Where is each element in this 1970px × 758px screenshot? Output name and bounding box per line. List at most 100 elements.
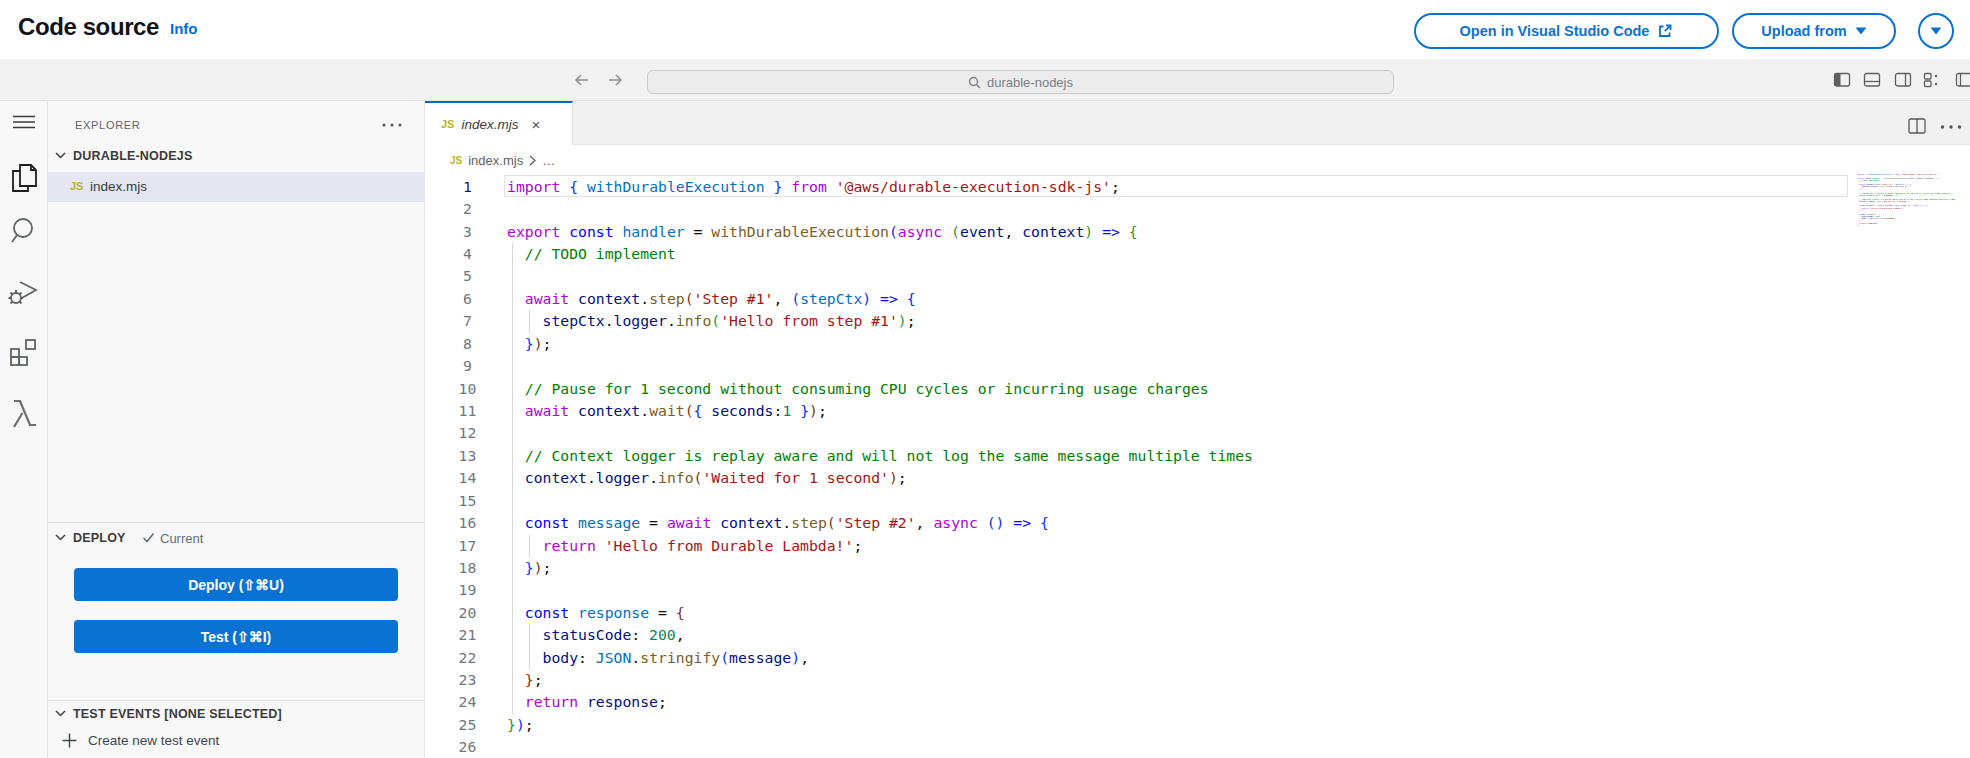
- code-line[interactable]: export const handler = withDurableExecut…: [507, 221, 1138, 243]
- more-actions-button[interactable]: [1918, 13, 1954, 49]
- code-line[interactable]: return 'Hello from Durable Lambda!';: [507, 535, 862, 557]
- forward-arrow-button[interactable]: [606, 71, 624, 89]
- line-number[interactable]: 12: [425, 422, 510, 444]
- tab-index-mjs[interactable]: JS index.mjs ×: [425, 101, 573, 145]
- code-line[interactable]: body: JSON.stringify(message),: [507, 647, 809, 669]
- chevron-down-icon[interactable]: [55, 534, 66, 541]
- code-line[interactable]: });: [507, 557, 551, 579]
- menu-icon[interactable]: [0, 114, 48, 130]
- explorer-icon[interactable]: [0, 160, 48, 196]
- minimap[interactable]: import { withDurableExecution } from '@a…: [1857, 173, 1957, 231]
- file-name: index.mjs: [90, 179, 147, 194]
- code-line[interactable]: stepCtx.logger.info('Hello from step #1'…: [507, 310, 916, 332]
- code-line[interactable]: // TODO implement: [507, 243, 676, 265]
- code-line[interactable]: });: [507, 333, 551, 355]
- chevron-right-icon: [529, 155, 536, 166]
- line-number[interactable]: 16: [425, 512, 510, 534]
- line-number[interactable]: 26: [425, 736, 510, 758]
- line-number[interactable]: 22: [425, 647, 510, 669]
- js-file-icon: JS: [441, 118, 454, 130]
- code-line[interactable]: context.logger.info('Waited for 1 second…: [507, 467, 907, 489]
- check-icon: [142, 531, 155, 544]
- toggle-secondary-sidebar-icon[interactable]: [1894, 71, 1912, 89]
- line-number[interactable]: 11: [425, 400, 510, 422]
- line-number[interactable]: 20: [425, 602, 510, 624]
- test-button[interactable]: Test (⇧⌘I): [74, 620, 398, 653]
- line-number[interactable]: 17: [425, 535, 510, 557]
- line-number[interactable]: 4: [425, 243, 510, 265]
- breadcrumb-tail[interactable]: …: [542, 153, 555, 168]
- code-line[interactable]: };: [507, 669, 543, 691]
- tab-label: index.mjs: [461, 117, 518, 132]
- minimap-line: });: [1857, 224, 1861, 226]
- search-value: durable-nodejs: [987, 75, 1073, 90]
- explorer-header: EXPLORER: [75, 119, 141, 131]
- search-activity-icon[interactable]: [0, 216, 48, 246]
- line-number[interactable]: 1: [425, 176, 510, 198]
- chevron-down-icon[interactable]: [55, 152, 66, 159]
- line-number[interactable]: 15: [425, 490, 510, 512]
- section-divider: [48, 522, 425, 523]
- tab-close-icon[interactable]: ×: [532, 116, 541, 133]
- page-title: Code source: [18, 13, 159, 41]
- line-number[interactable]: 19: [425, 579, 510, 601]
- deploy-status: Current: [160, 531, 203, 546]
- toggle-sidebar-icon[interactable]: [1833, 71, 1851, 89]
- minimap-line: import { withDurableExecution } from '@a…: [1857, 173, 1938, 175]
- upload-from-button[interactable]: Upload from: [1732, 13, 1896, 49]
- code-line[interactable]: return response;: [507, 691, 667, 713]
- js-file-icon: JS: [450, 155, 462, 166]
- code-line[interactable]: import { withDurableExecution } from '@a…: [507, 176, 1120, 198]
- line-number[interactable]: 25: [425, 714, 510, 736]
- line-number[interactable]: 13: [425, 445, 510, 467]
- line-number[interactable]: 9: [425, 355, 510, 377]
- line-number[interactable]: 6: [425, 288, 510, 310]
- explorer-more-actions[interactable]: [381, 122, 403, 128]
- toggle-panel-icon[interactable]: [1863, 71, 1881, 89]
- external-link-icon: [1657, 23, 1673, 39]
- window-controls-icon[interactable]: [1955, 71, 1970, 89]
- line-number[interactable]: 10: [425, 378, 510, 400]
- code-line[interactable]: statusCode: 200,: [507, 624, 685, 646]
- info-link[interactable]: Info: [170, 20, 198, 37]
- line-number[interactable]: 21: [425, 624, 510, 646]
- editor-more-actions[interactable]: [1939, 124, 1963, 130]
- extensions-icon[interactable]: [0, 337, 48, 367]
- line-number[interactable]: 14: [425, 467, 510, 489]
- code-line[interactable]: await context.wait({ seconds:1 });: [507, 400, 827, 422]
- test-events-section-header[interactable]: TEST EVENTS [NONE SELECTED]: [73, 707, 282, 721]
- chevron-down-icon[interactable]: [55, 710, 66, 717]
- split-editor-icon[interactable]: [1908, 118, 1926, 134]
- customize-layout-icon[interactable]: [1923, 71, 1941, 89]
- line-number[interactable]: 5: [425, 265, 510, 287]
- aws-lambda-icon[interactable]: [0, 398, 48, 430]
- back-arrow-button[interactable]: [573, 71, 591, 89]
- line-number[interactable]: 8: [425, 333, 510, 355]
- code-line[interactable]: const response = {: [507, 602, 685, 624]
- code-line[interactable]: });: [507, 714, 534, 736]
- line-number[interactable]: 24: [425, 691, 510, 713]
- code-line[interactable]: const message = await context.step('Step…: [507, 512, 1049, 534]
- line-number[interactable]: 3: [425, 221, 510, 243]
- code-line[interactable]: await context.step('Step #1', (stepCtx) …: [507, 288, 916, 310]
- line-number[interactable]: 7: [425, 310, 510, 332]
- line-number[interactable]: 2: [425, 198, 510, 220]
- deploy-section-header[interactable]: DEPLOY: [73, 531, 126, 545]
- minimap-line: context.logger.info('Waited for 1 second…: [1857, 201, 1910, 203]
- breadcrumb[interactable]: JS index.mjs …: [425, 145, 1970, 175]
- code-line[interactable]: // Pause for 1 second without consuming …: [507, 378, 1209, 400]
- create-test-event-link[interactable]: Create new test event: [88, 733, 219, 748]
- open-in-vscode-button[interactable]: Open in Visual Studio Code: [1414, 13, 1719, 49]
- editor-tab-bar: [425, 101, 1970, 145]
- search-command-center[interactable]: durable-nodejs: [647, 70, 1394, 94]
- run-debug-icon[interactable]: [0, 274, 48, 308]
- deploy-button[interactable]: Deploy (⇧⌘U): [74, 568, 398, 601]
- line-number[interactable]: 23: [425, 669, 510, 691]
- breadcrumb-file[interactable]: index.mjs: [468, 153, 523, 168]
- line-number[interactable]: 18: [425, 557, 510, 579]
- minimap-line: stepCtx.logger.info('Hello from step #1'…: [1857, 186, 1911, 188]
- search-icon: [968, 76, 981, 89]
- folder-durable-nodejs[interactable]: DURABLE-NODEJS: [73, 149, 192, 163]
- caret-down-icon: [1855, 27, 1867, 35]
- code-line[interactable]: // Context logger is replay aware and wi…: [507, 445, 1253, 467]
